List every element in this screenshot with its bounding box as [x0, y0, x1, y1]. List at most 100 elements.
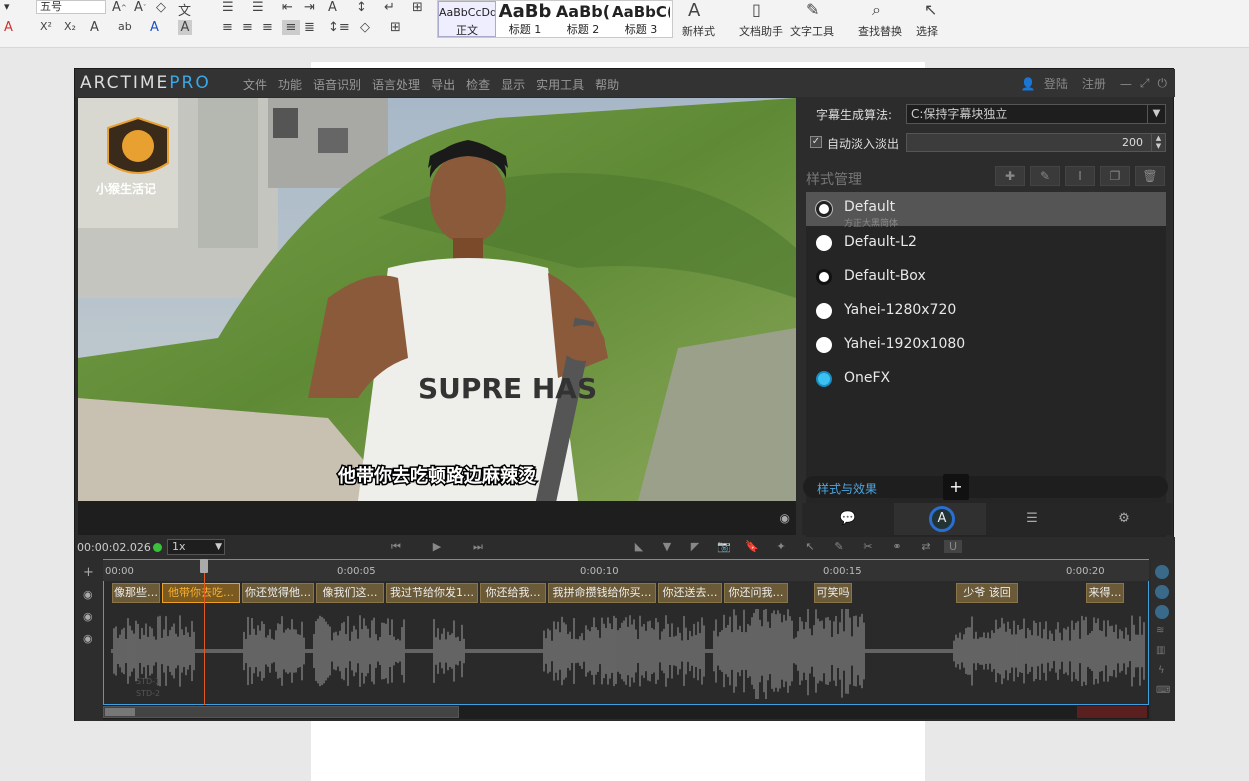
- style-heading3[interactable]: AaBbC( 标题 3: [612, 1, 670, 37]
- scissors-icon[interactable]: ✂: [859, 540, 877, 553]
- chevron-down-icon[interactable]: ▼: [1147, 105, 1165, 123]
- timeline-scrollbar[interactable]: [103, 705, 1149, 719]
- link-icon[interactable]: ⚭: [888, 540, 906, 553]
- clear-format-icon[interactable]: ◇: [156, 0, 166, 15]
- grow-font-icon[interactable]: A ^: [112, 0, 127, 15]
- chinese-layout-icon[interactable]: A: [328, 0, 337, 15]
- bars-icon[interactable]: ▥: [1156, 645, 1165, 656]
- style-item-default[interactable]: Default 方正大黑简体: [806, 192, 1166, 229]
- menu-function[interactable]: 功能: [278, 76, 302, 93]
- line-spacing-icon[interactable]: ↕≡: [328, 20, 350, 35]
- wrench-icon[interactable]: ✎: [806, 0, 819, 19]
- doc-helper-button[interactable]: 文档助手: [739, 23, 783, 39]
- add-style-button[interactable]: ✚: [995, 166, 1025, 186]
- outdent-icon[interactable]: ⇥: [304, 0, 315, 15]
- maximize-icon[interactable]: ⤢: [1140, 76, 1150, 91]
- style-gallery[interactable]: AaBbCcDd 正文 AaBb 标题 1 AaBb( 标题 2 AaBbC( …: [437, 0, 673, 38]
- subtitle-block[interactable]: 你还送去…: [658, 583, 722, 603]
- char-shading-icon[interactable]: A: [178, 20, 192, 35]
- font-color-icon[interactable]: A: [4, 20, 13, 35]
- phonetic-icon[interactable]: 文: [178, 0, 191, 19]
- fade-checkbox[interactable]: ✓: [810, 136, 822, 148]
- pointer-icon[interactable]: ↖: [801, 540, 819, 553]
- edit-style-icon[interactable]: ✎: [1030, 166, 1060, 186]
- new-style-button[interactable]: 新样式: [682, 23, 715, 39]
- settings-tab[interactable]: ⚙: [1078, 503, 1170, 535]
- mark-out-icon[interactable]: ◤: [686, 540, 704, 553]
- chevron-down-icon[interactable]: ▼: [215, 540, 222, 554]
- char-color-icon[interactable]: A: [150, 20, 159, 35]
- playhead[interactable]: [204, 559, 205, 705]
- style-heading2[interactable]: AaBb( 标题 2: [554, 1, 612, 37]
- subtitle-block[interactable]: 你还觉得他…: [242, 583, 314, 603]
- subtitle-block[interactable]: 我过节给你发1…: [386, 583, 478, 603]
- register-link[interactable]: 注册: [1082, 75, 1106, 92]
- subtitle-block[interactable]: 来得…: [1086, 583, 1124, 603]
- subtitle-block[interactable]: 少爷 该回: [956, 583, 1018, 603]
- menu-help[interactable]: 帮助: [595, 76, 619, 93]
- bullet-list-icon[interactable]: ☰: [222, 0, 234, 15]
- copy-style-icon[interactable]: ❐: [1100, 166, 1130, 186]
- show-marks-icon[interactable]: ↵: [384, 0, 395, 15]
- number-list-icon[interactable]: ☰: [252, 0, 264, 15]
- wave-icon[interactable]: ≋: [1156, 625, 1164, 636]
- video-preview[interactable]: SUPRE HAS 小猴生活记 他带你去吃顿路边麻辣烫: [78, 98, 796, 501]
- subtitle-block[interactable]: 你还给我…: [480, 583, 546, 603]
- menu-language-processing[interactable]: 语言处理: [372, 76, 420, 93]
- style-normal[interactable]: AaBbCcDd 正文: [438, 1, 496, 37]
- next-icon[interactable]: ⏭: [469, 540, 487, 554]
- style-tab[interactable]: A: [894, 503, 986, 535]
- subtitle-block[interactable]: 像那些…: [112, 583, 160, 603]
- menu-speech-recognition[interactable]: 语音识别: [313, 76, 361, 93]
- subtitle-block[interactable]: 你还问我…: [724, 583, 788, 603]
- add-effect-button[interactable]: +: [943, 474, 969, 500]
- spinner-icon[interactable]: ▲ ▼: [1151, 134, 1165, 151]
- doc-helper-icon[interactable]: ▯: [752, 0, 761, 19]
- menu-check[interactable]: 检查: [466, 76, 490, 93]
- add-track-icon[interactable]: +: [83, 565, 94, 580]
- zoom-out-icon[interactable]: [1155, 605, 1169, 619]
- style-heading1[interactable]: AaBb 标题 1: [496, 1, 554, 37]
- shrink-font-icon[interactable]: Aˇ: [134, 0, 146, 15]
- eye-icon[interactable]: ◉: [780, 511, 790, 525]
- playhead-handle[interactable]: [200, 559, 208, 573]
- subtitle-block[interactable]: 像我们这…: [316, 583, 384, 603]
- bolt-icon[interactable]: ϟ: [1158, 665, 1165, 676]
- new-style-icon[interactable]: A: [688, 0, 700, 21]
- style-item-yahei-1920[interactable]: Yahei-1920x1080: [806, 328, 1166, 362]
- fade-input[interactable]: 200 ▲ ▼: [906, 133, 1166, 152]
- align-left-icon[interactable]: ≡: [222, 20, 233, 35]
- minimize-icon[interactable]: —: [1120, 77, 1132, 91]
- delete-style-icon[interactable]: 🗑: [1135, 166, 1165, 186]
- prev-icon[interactable]: ⏮: [387, 540, 405, 554]
- menu-file[interactable]: 文件: [243, 76, 267, 93]
- style-effects-tab[interactable]: 样式与效果: [803, 476, 1168, 498]
- mark-down-icon[interactable]: ▼: [658, 540, 676, 553]
- find-replace-button[interactable]: 查找替换: [858, 23, 902, 39]
- zoom-in-icon[interactable]: [1155, 585, 1169, 599]
- shading-icon[interactable]: ◇: [360, 20, 370, 35]
- find-icon[interactable]: ⌕: [872, 0, 881, 20]
- subtitle-block[interactable]: 我拼命攒钱给你买…: [548, 583, 656, 603]
- eye-icon[interactable]: ◉: [83, 632, 93, 645]
- style-item-onefx[interactable]: OneFX: [806, 362, 1166, 396]
- audio-waveform[interactable]: [104, 609, 1150, 699]
- swap-icon[interactable]: ⇄: [917, 540, 935, 553]
- sort-icon[interactable]: ↕: [356, 0, 367, 15]
- subtitle-tab[interactable]: 💬: [802, 503, 894, 535]
- subtitle-block-selected[interactable]: 他带你去吃…: [162, 583, 240, 603]
- indent-icon[interactable]: ⇤: [282, 0, 293, 15]
- select-cursor-icon[interactable]: ↖: [924, 0, 937, 19]
- speed-select[interactable]: 1x ▼: [167, 539, 225, 555]
- align-right-icon[interactable]: ≡: [262, 20, 273, 35]
- distribute-icon[interactable]: ≣: [304, 20, 315, 35]
- magic-icon[interactable]: ✦: [772, 540, 790, 553]
- eye-icon[interactable]: ◉: [83, 610, 93, 623]
- scrollbar-thumb[interactable]: [103, 706, 459, 718]
- highlight-icon[interactable]: ab: [118, 20, 132, 33]
- subtitle-track[interactable]: 像那些… 他带你去吃… 你还觉得他… 像我们这… 我过节给你发1… 你还给我… …: [103, 581, 1149, 705]
- align-center-icon[interactable]: ≡: [242, 20, 253, 35]
- magnet-icon[interactable]: U: [944, 540, 962, 553]
- subscript-icon[interactable]: X₂: [64, 20, 76, 33]
- menu-display[interactable]: 显示: [501, 76, 525, 93]
